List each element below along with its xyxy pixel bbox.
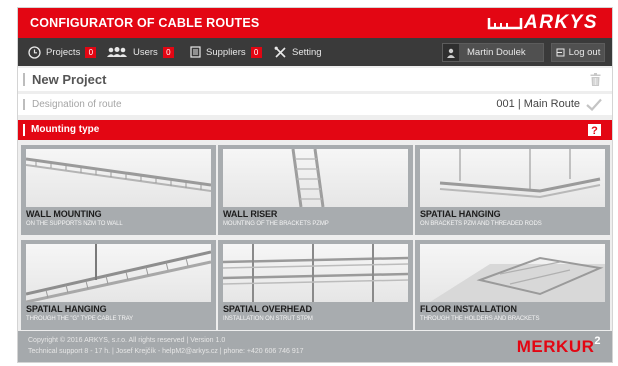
logout-button[interactable]: Log out <box>551 43 605 62</box>
suppliers-icon <box>190 46 201 58</box>
footer-support: Technical support 8 - 17 h. | Josef Krej… <box>28 348 304 355</box>
spatial-hanging-brackets-image <box>420 149 605 207</box>
user-name: Martin Doulek <box>467 47 526 58</box>
row-marker <box>23 124 25 136</box>
mounting-type-row: Mounting type ? <box>18 120 612 140</box>
footer-copyright: Copyright © 2016 ARKYS, s.r.o. All right… <box>28 337 226 344</box>
mounting-type-grid: WALL MOUNTING ON THE SUPPORTS NZM TO WAL… <box>18 145 612 331</box>
merkur-text: MERKUR <box>516 337 595 356</box>
logout-icon <box>556 48 565 57</box>
tile-wall-riser[interactable]: WALL RISER MOUNTING OF THE BRACKETS PZMP <box>218 145 413 235</box>
projects-icon <box>28 45 41 59</box>
tile-floor-installation[interactable]: FLOOR INSTALLATION THROUGH THE HOLDERS A… <box>415 240 610 330</box>
tile-subtitle: MOUNTING OF THE BRACKETS PZMP <box>223 221 329 227</box>
app-header: CONFIGURATOR OF CABLE ROUTES ARKYS <box>18 8 612 38</box>
nav-label-suppliers: Suppliers <box>206 46 246 58</box>
checkmark-icon[interactable] <box>586 98 602 111</box>
route-value: 001 | Main Route <box>496 98 580 110</box>
tools-icon <box>274 46 286 58</box>
tile-subtitle: ON BRACKETS PZM AND THREADED RODS <box>420 221 542 227</box>
tile-title: WALL RISER <box>223 209 278 219</box>
floor-installation-image <box>420 244 605 302</box>
mounting-type-label: Mounting type <box>31 124 100 135</box>
arkys-logo: ARKYS <box>487 12 598 34</box>
tile-spatial-overhead[interactable]: SPATIAL OVERHEAD INSTALLATION ON STRUT S… <box>218 240 413 330</box>
wall-mounting-image <box>26 149 211 207</box>
tile-subtitle: THROUGH THE "G" TYPE CABLE TRAY <box>26 316 134 322</box>
nav-label-projects: Projects <box>46 46 81 58</box>
logo-mark-icon <box>487 18 523 30</box>
projects-count-badge: 0 <box>85 46 97 58</box>
top-nav: Projects 0 Users 0 Suppliers 0 Setting M… <box>18 38 612 66</box>
tile-title: FLOOR INSTALLATION <box>420 304 517 314</box>
designation-row[interactable]: Designation of route 001 | Main Route <box>18 94 612 115</box>
nav-item-users[interactable]: Users 0 <box>106 38 174 66</box>
merkur-sup: 2 <box>594 335 601 347</box>
spatial-overhead-image <box>223 244 408 302</box>
spatial-hanging-g-tray-image <box>26 244 211 302</box>
nav-label-users: Users <box>133 46 158 58</box>
wall-riser-image <box>223 149 408 207</box>
tile-subtitle: THROUGH THE HOLDERS AND BRACKETS <box>420 316 540 322</box>
footer: Copyright © 2016 ARKYS, s.r.o. All right… <box>18 331 612 362</box>
project-title: New Project <box>32 72 107 87</box>
tile-spatial-hanging-g-tray[interactable]: SPATIAL HANGING THROUGH THE "G" TYPE CAB… <box>21 240 216 330</box>
tile-title: SPATIAL HANGING <box>26 304 107 314</box>
help-icon[interactable]: ? <box>587 123 602 137</box>
nav-item-suppliers[interactable]: Suppliers 0 <box>190 38 262 66</box>
merkur-logo: MERKUR2 <box>516 335 601 357</box>
user-icon <box>443 44 459 61</box>
logo-text: ARKYS <box>523 12 598 33</box>
suppliers-count-badge: 0 <box>250 46 262 58</box>
tile-subtitle: INSTALLATION ON STRUT STPM <box>223 316 313 322</box>
nav-item-projects[interactable]: Projects 0 <box>28 38 97 66</box>
row-marker <box>23 73 25 86</box>
nav-item-setting[interactable]: Setting <box>274 38 322 66</box>
tile-wall-mounting[interactable]: WALL MOUNTING ON THE SUPPORTS NZM TO WAL… <box>21 145 216 235</box>
users-icon <box>107 47 127 57</box>
svg-text:?: ? <box>591 125 598 137</box>
user-field[interactable]: Martin Doulek <box>442 43 544 62</box>
tile-subtitle: ON THE SUPPORTS NZM TO WALL <box>26 221 123 227</box>
project-title-row: New Project <box>18 68 612 91</box>
app-window: CONFIGURATOR OF CABLE ROUTES ARKYS Proje… <box>18 8 612 362</box>
tile-title: SPATIAL HANGING <box>420 209 501 219</box>
row-marker <box>23 99 25 110</box>
nav-label-setting: Setting <box>292 46 322 58</box>
app-title: CONFIGURATOR OF CABLE ROUTES <box>30 16 260 30</box>
tile-title: SPATIAL OVERHEAD <box>223 304 312 314</box>
tile-spatial-hanging-brackets[interactable]: SPATIAL HANGING ON BRACKETS PZM AND THRE… <box>415 145 610 235</box>
logout-label: Log out <box>568 47 601 58</box>
users-count-badge: 0 <box>162 46 174 58</box>
trash-icon[interactable] <box>590 73 601 86</box>
tile-title: WALL MOUNTING <box>26 209 102 219</box>
designation-label: Designation of route <box>32 99 122 110</box>
